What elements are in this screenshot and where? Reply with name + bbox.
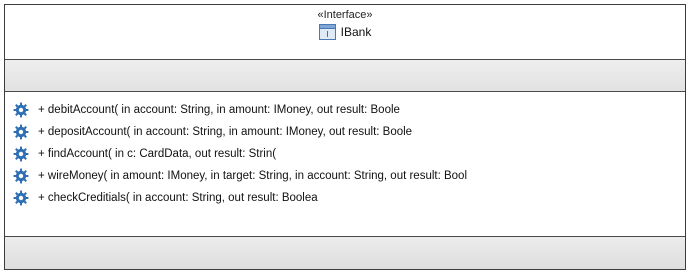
operation-signature: + checkCreditials( in account: String, o… [38, 192, 318, 204]
operation-signature: + findAccount( in c: CardData, out resul… [38, 148, 277, 160]
operation-gear-icon [13, 124, 29, 140]
stereotype-label: «Interface» [317, 9, 373, 21]
operation-gear-icon [13, 168, 29, 184]
interface-name: IBank [340, 25, 372, 39]
operation-row[interactable]: + debitAccount( in account: String, in a… [13, 99, 685, 121]
uml-interface-box[interactable]: «Interface» I IBank + debitAccount(in a… [4, 4, 686, 270]
interface-header: «Interface» I IBank [5, 5, 685, 60]
operation-gear-icon [13, 190, 29, 206]
operation-row[interactable]: + checkCreditials( in account: String, o… [13, 187, 685, 209]
attributes-compartment [5, 60, 685, 92]
operation-signature: + debitAccount( in account: String, in a… [38, 104, 400, 116]
svg-text:I: I [326, 30, 328, 39]
footer-compartment [5, 237, 685, 269]
operations-compartment: + debitAccount( in account: String, in a… [5, 92, 685, 237]
operation-row[interactable]: + findAccount( in c: CardData, out resul… [13, 143, 685, 165]
operation-gear-icon [13, 146, 29, 162]
interface-icon: I [318, 24, 336, 40]
operation-signature: + depositAccount( in account: String, in… [38, 126, 413, 138]
interface-name-row: I IBank [318, 24, 372, 40]
operation-signature: + wireMoney( in amount: IMoney, in targe… [38, 170, 468, 182]
operation-row[interactable]: + depositAccount( in account: String, in… [13, 121, 685, 143]
operation-gear-icon [13, 102, 29, 118]
operation-row[interactable]: + wireMoney( in amount: IMoney, in targe… [13, 165, 685, 187]
